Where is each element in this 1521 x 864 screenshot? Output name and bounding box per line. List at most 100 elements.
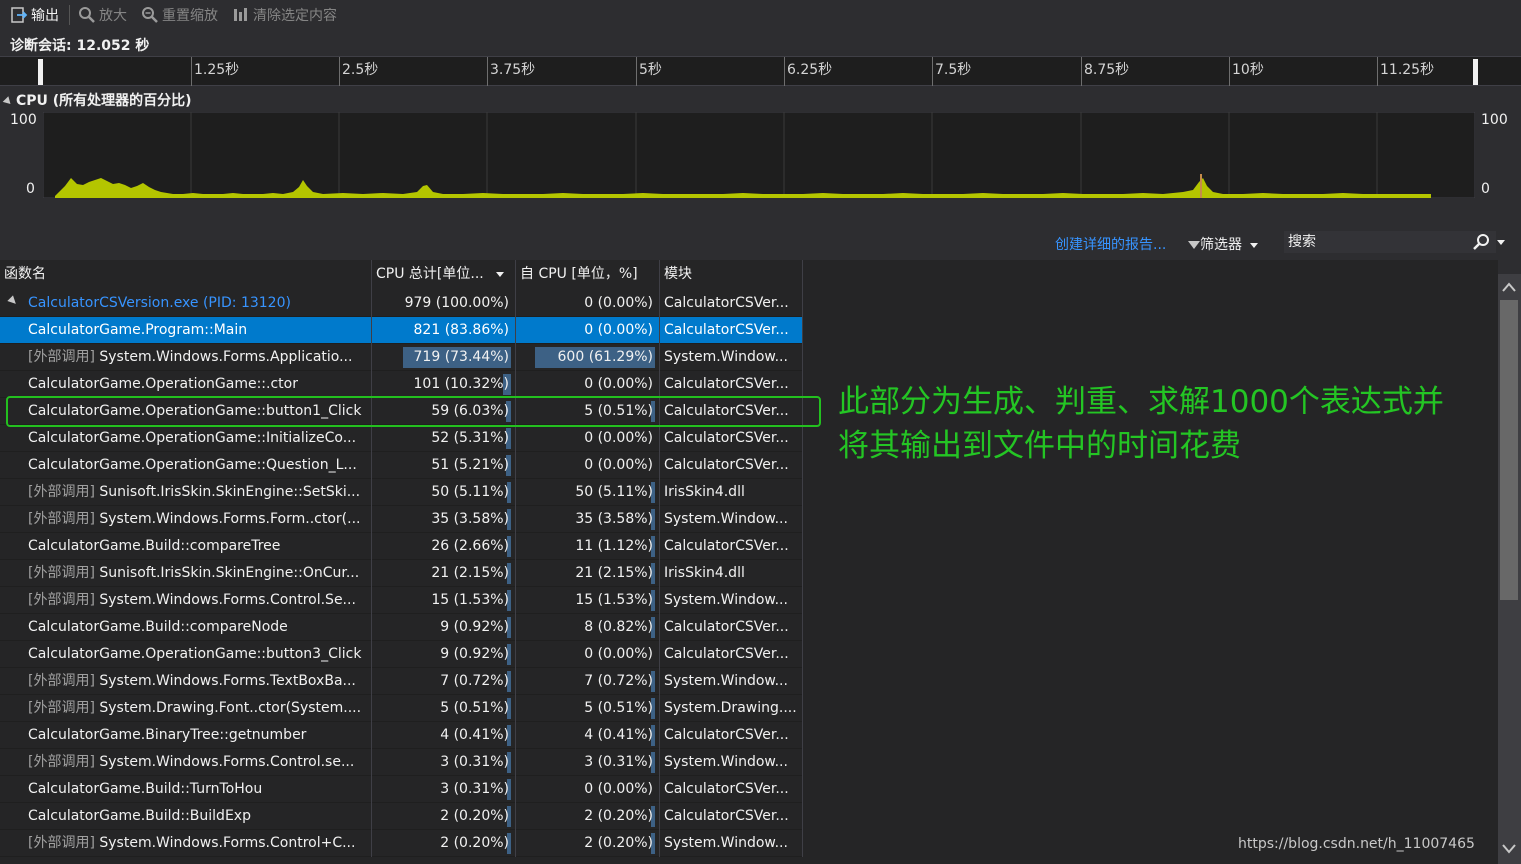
module-cell: System.Window... [664,754,788,770]
table-row[interactable]: [外部调用] System.Drawing.Font..ctor(System.… [0,695,803,722]
table-row[interactable]: CalculatorGame.Build::TurnToHou 3 (0.31%)… [0,776,803,803]
cpu-total-cell-value: 2 (0.20%) [440,835,509,851]
function-name-cell: CalculatorCSVersion.exe (PID: 13120) [0,290,371,316]
clear-selection-label: 清除选定内容 [253,8,337,24]
zoom-reset-icon [141,6,159,24]
scrollbar-thumb[interactable] [1500,300,1518,600]
chevron-down-icon [1250,242,1259,248]
table-row[interactable]: CalculatorGame.Build::BuildExp 2 (0.20%) 2… [0,803,803,830]
cpu-total-cell-value: 21 (2.15%) [431,565,509,581]
table-row[interactable]: [外部调用] System.Windows.Forms.Control+C...… [0,830,803,857]
column-divider [802,425,803,452]
self-cpu-cell: 35 (3.58%) [516,506,659,532]
scroll-down-arrow-icon[interactable] [1502,842,1516,854]
function-name-cell: [外部调用] System.Drawing.Font..ctor(System.… [0,695,371,721]
search-input[interactable] [1285,232,1465,252]
self-cpu-cell: 3 (0.31%) [516,749,659,775]
ruler-tick [784,57,785,86]
table-row[interactable]: CalculatorGame.Build::compareNode 9 (0.92… [0,614,803,641]
search-options-chevron-icon[interactable] [1497,240,1505,245]
self-cpu-cell-value: 8 (0.82%) [584,619,653,635]
module-cell: System.Window... [664,349,788,365]
reset-zoom-button[interactable]: 重置缩放 [137,2,222,28]
y-axis-max-right: 100 [1481,112,1508,128]
self-cpu-cell: 50 (5.11%) [516,479,659,505]
clear-selection-icon [232,6,250,24]
column-header-module[interactable]: 模块 [660,260,803,290]
cpu-total-cell-value: 15 (1.53%) [431,592,509,608]
column-header-self-cpu[interactable]: 自 CPU [单位，%] [516,260,660,290]
column-divider [802,614,803,641]
cpu-usage-graph[interactable] [43,112,1475,198]
zoom-in-button[interactable]: 放大 [74,2,131,28]
table-row[interactable]: CalculatorGame.OperationGame::Question_L… [0,452,803,479]
process-row[interactable]: CalculatorCSVersion.exe (PID: 13120) 979 … [0,290,803,317]
column-header-function-name[interactable]: 函数名 [0,260,372,290]
ruler-tick [1377,57,1378,86]
module-cell: CalculatorCSVer... [664,619,789,635]
cpu-total-cell: 9 (0.92%) [372,614,515,640]
function-name: CalculatorGame.OperationGame::button3_Cl… [28,646,362,662]
search-box[interactable] [1284,231,1496,253]
self-cpu-cell-value: 11 (1.12%) [575,538,653,554]
table-row[interactable]: [外部调用] Sunisoft.IrisSkin.SkinEngine::OnC… [0,560,803,587]
search-icon[interactable] [1472,233,1490,251]
output-button[interactable]: 输出 [6,2,63,28]
ruler-tick [1229,57,1230,86]
expand-triangle-icon[interactable] [7,295,19,307]
table-row[interactable]: [外部调用] System.Windows.Forms.Control.Se..… [0,587,803,614]
function-name: System.Windows.Forms.Applicatio... [94,349,353,365]
function-name: System.Drawing.Font..ctor(System.... [94,700,362,716]
self-cpu-cell-value: 0 (0.00%) [584,322,653,338]
filter-dropdown[interactable]: 筛选器 [1188,234,1259,254]
timeline-ruler[interactable]: 1.25秒 2.5秒 3.75秒 5秒 6.25秒 7.5秒 8.75秒 10秒… [0,56,1521,86]
scroll-up-arrow-icon[interactable] [1502,280,1516,292]
ruler-tick [487,57,488,86]
table-row[interactable]: CalculatorGame.OperationGame::button3_Cl… [0,641,803,668]
sort-descending-icon [496,271,505,277]
selection-end-handle[interactable] [1473,59,1478,85]
external-call-prefix: [外部调用] [28,754,95,770]
cpu-total-cell-value: 3 (0.31%) [440,781,509,797]
cpu-total-cell-value: 52 (5.31%) [431,430,509,446]
column-header-cpu-total-label: CPU 总计[单位... [376,266,484,282]
table-row[interactable]: CalculatorGame.OperationGame::Initialize… [0,425,803,452]
cpu-total-cell: 52 (5.31%) [372,425,515,451]
self-cpu-cell: 8 (0.82%) [516,614,659,640]
table-row[interactable]: [外部调用] System.Windows.Forms.Control.se..… [0,749,803,776]
self-cpu-cell-value: 21 (2.15%) [575,565,653,581]
table-row[interactable]: [外部调用] System.Windows.Forms.Form..ctor(.… [0,506,803,533]
annotation-line-2: 将其输出到文件中的时间花费 [838,428,1241,464]
cpu-total-cell: 101 (10.32%) [372,371,515,397]
cpu-total-cell: 9 (0.92%) [372,641,515,667]
selection-start-handle[interactable] [38,59,43,85]
cpu-total-cell: 21 (2.15%) [372,560,515,586]
self-cpu-cell: 2 (0.20%) [516,830,659,856]
cpu-graph-title[interactable]: CPU (所有处理器的百分比) [2,90,192,110]
table-row[interactable]: CalculatorGame.Build::compareTree 26 (2.6… [0,533,803,560]
self-cpu-cell-value: 15 (1.53%) [575,592,653,608]
table-row[interactable]: [外部调用] System.Windows.Forms.TextBoxBa...… [0,668,803,695]
table-row[interactable]: CalculatorGame.BinaryTree::getnumber 4 (0… [0,722,803,749]
table-row[interactable]: [外部调用] Sunisoft.IrisSkin.SkinEngine::Set… [0,479,803,506]
column-header-cpu-total[interactable]: CPU 总计[单位... [372,260,516,290]
table-row[interactable]: CalculatorGame.OperationGame::.ctor 101 (… [0,371,803,398]
self-cpu-cell-value: 5 (0.51%) [584,700,653,716]
module-cell: CalculatorCSVer... [664,376,789,392]
column-divider [802,641,803,668]
column-divider [802,560,803,587]
column-divider [802,776,803,803]
function-name-cell: [外部调用] System.Windows.Forms.Applicatio..… [0,344,371,370]
cpu-total-cell-value: 50 (5.11%) [431,484,509,500]
watermark: https://blog.csdn.net/h_11007465 [1238,836,1475,852]
filter-icon [1188,241,1200,249]
create-report-link[interactable]: 创建详细的报告... [1055,234,1166,254]
table-row[interactable]: [外部调用] System.Windows.Forms.Applicatio..… [0,344,803,371]
clear-selection-button[interactable]: 清除选定内容 [228,2,341,28]
function-name: CalculatorGame.Build::BuildExp [28,808,251,824]
column-divider [802,803,803,830]
table-row[interactable]: CalculatorGame.Program::Main 821 (83.86%)… [0,317,803,344]
self-cpu-cell: 4 (0.41%) [516,722,659,748]
self-cpu-cell-value: 2 (0.20%) [584,835,653,851]
cpu-total-cell-value: 51 (5.21%) [431,457,509,473]
